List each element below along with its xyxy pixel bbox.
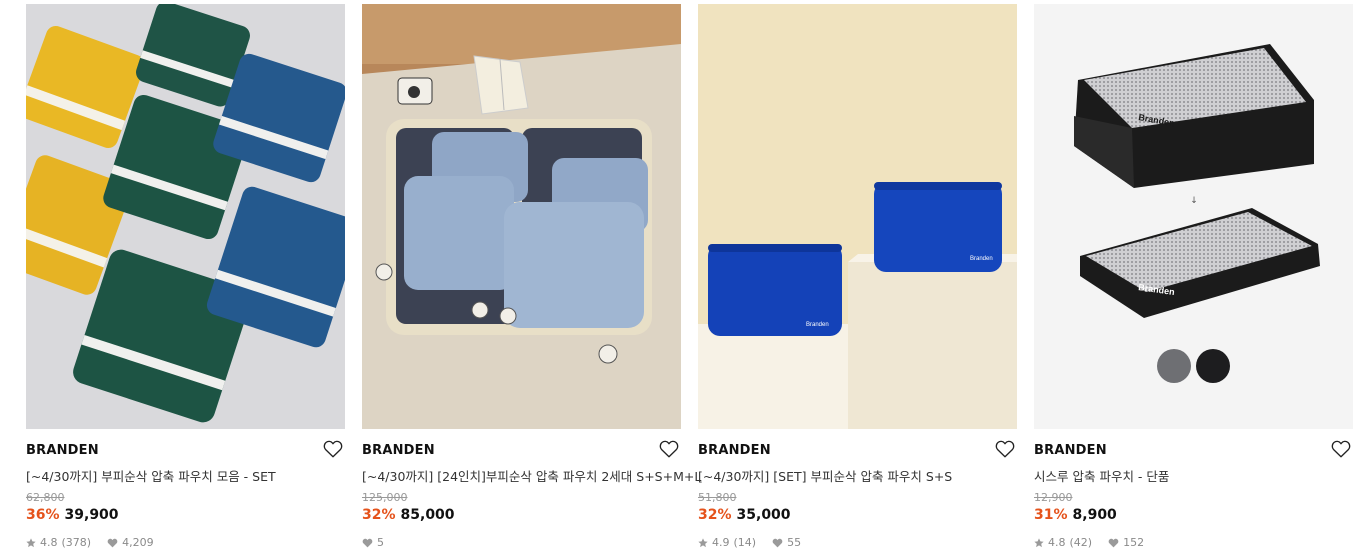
brand-logo-text: Branden bbox=[806, 322, 829, 328]
product-stats: 4.8 (42) 152 bbox=[1034, 536, 1144, 549]
sale-price: 39,900 bbox=[64, 507, 119, 523]
like-heart-icon bbox=[362, 538, 373, 548]
price-row: 32% 35,000 bbox=[698, 507, 791, 523]
original-price: 125,000 bbox=[362, 491, 408, 504]
like-heart-icon bbox=[772, 538, 783, 548]
original-price: 12,900 bbox=[1034, 491, 1073, 504]
like-count: 5 bbox=[377, 536, 384, 549]
heart-icon[interactable] bbox=[995, 440, 1015, 458]
product-name[interactable]: [~4/30까지] 부피순삭 압축 파우치 모음 - SET bbox=[26, 466, 276, 485]
discount-rate: 31% bbox=[1034, 507, 1068, 523]
product-image-2[interactable] bbox=[362, 4, 681, 429]
like-heart-icon bbox=[1108, 538, 1119, 548]
like-count: 4,209 bbox=[122, 536, 154, 549]
price-row: 32% 85,000 bbox=[362, 507, 455, 523]
like-count: 152 bbox=[1123, 536, 1145, 549]
product-name[interactable]: [~4/30까지] [24인치]부피순삭 압축 파우치 2세대 S+S+M+L bbox=[362, 466, 701, 485]
sale-price: 8,900 bbox=[1072, 507, 1117, 523]
rating-value: 4.8 bbox=[1048, 536, 1066, 549]
price-row: 36% 39,900 bbox=[26, 507, 119, 523]
suitcase-pouch-photo bbox=[362, 4, 681, 429]
review-count: (42) bbox=[1069, 536, 1093, 549]
product-brand[interactable]: BRANDEN bbox=[362, 443, 435, 458]
product-brand[interactable]: BRANDEN bbox=[26, 443, 99, 458]
product-stats: 4.9 (14) 55 bbox=[698, 536, 801, 549]
heart-icon[interactable] bbox=[323, 440, 343, 458]
product-image-4[interactable]: Branden ↓ Branden bbox=[1034, 4, 1353, 429]
product-card-3[interactable]: Branden Branden BRANDEN [~4/30까지] [SET] … bbox=[698, 4, 1017, 560]
product-card-1[interactable]: BRANDEN [~4/30까지] 부피순삭 압축 파우치 모음 - SET 6… bbox=[26, 4, 345, 560]
star-icon bbox=[698, 537, 708, 548]
color-swatch-gray[interactable] bbox=[1157, 349, 1191, 383]
like-heart-icon bbox=[107, 538, 118, 548]
heart-icon[interactable] bbox=[659, 440, 679, 458]
star-icon bbox=[1034, 537, 1044, 548]
product-brand[interactable]: BRANDEN bbox=[1034, 443, 1107, 458]
original-price: 62,800 bbox=[26, 491, 65, 504]
price-row: 31% 8,900 bbox=[1034, 507, 1117, 523]
packing-pouch-set-photo bbox=[26, 4, 345, 429]
star-icon bbox=[26, 537, 36, 548]
brand-logo-text: Branden bbox=[970, 256, 993, 262]
review-count: (14) bbox=[733, 536, 757, 549]
product-stats: 4.8 (378) 4,209 bbox=[26, 536, 154, 549]
product-name[interactable]: [~4/30까지] [SET] 부피순삭 압축 파우치 S+S bbox=[698, 466, 952, 485]
heart-icon[interactable] bbox=[1331, 440, 1351, 458]
review-count: (378) bbox=[61, 536, 92, 549]
discount-rate: 32% bbox=[698, 507, 732, 523]
like-count: 55 bbox=[787, 536, 802, 549]
color-swatch-black[interactable] bbox=[1196, 349, 1230, 383]
product-card-2[interactable]: BRANDEN [~4/30까지] [24인치]부피순삭 압축 파우치 2세대 … bbox=[362, 4, 701, 560]
product-card-4[interactable]: Branden ↓ Branden BRANDEN 시스루 압축 파우치 - 단… bbox=[1034, 4, 1353, 560]
product-stats: 5 bbox=[362, 536, 384, 549]
discount-rate: 32% bbox=[362, 507, 396, 523]
mesh-pouch-photo: Branden ↓ Branden bbox=[1034, 4, 1353, 429]
original-price: 51,800 bbox=[698, 491, 737, 504]
sale-price: 35,000 bbox=[736, 507, 791, 523]
product-brand[interactable]: BRANDEN bbox=[698, 443, 771, 458]
product-image-3[interactable]: Branden Branden bbox=[698, 4, 1017, 429]
arrow-down-icon: ↓ bbox=[1190, 196, 1198, 206]
rating-value: 4.8 bbox=[40, 536, 58, 549]
rating-value: 4.9 bbox=[712, 536, 730, 549]
product-name[interactable]: 시스루 압축 파우치 - 단품 bbox=[1034, 466, 1169, 485]
discount-rate: 36% bbox=[26, 507, 60, 523]
product-image-1[interactable] bbox=[26, 4, 345, 429]
blue-pouch-photo: Branden Branden bbox=[698, 4, 1017, 429]
sale-price: 85,000 bbox=[400, 507, 455, 523]
